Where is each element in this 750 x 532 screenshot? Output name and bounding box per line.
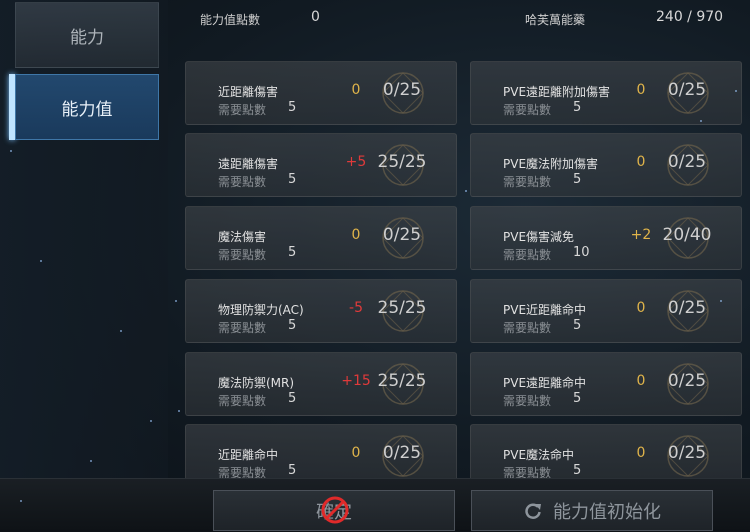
- stat-name: 近距離命中: [218, 448, 279, 462]
- tab-stats-label: 能力值: [61, 99, 113, 120]
- stat-name: PVE近距離命中: [503, 303, 587, 317]
- stat-delta: 0: [636, 82, 646, 98]
- stat-delta: 0: [351, 82, 361, 98]
- stat-delta: 0: [636, 373, 646, 389]
- reset-label: 能力值初始化: [553, 501, 661, 523]
- stat-level: 0/25: [667, 298, 707, 318]
- stat-card[interactable]: 近距離傷害需要點數 5 0 0/25: [185, 61, 457, 125]
- need-points-value: 10: [573, 245, 590, 260]
- stat-card[interactable]: 遠距離傷害需要點數 5 +5 25/25: [185, 133, 457, 197]
- need-points-label: 需要點數: [218, 248, 267, 262]
- need-points-label: 需要點數: [503, 394, 552, 408]
- sparkle: [10, 150, 12, 152]
- stat-level: 0/25: [667, 371, 707, 391]
- need-points-label: 需要點數: [503, 321, 552, 335]
- stat-card[interactable]: PVE遠距離命中 需要點數 5 0 0/25: [470, 352, 742, 416]
- stat-name: 遠距離傷害: [218, 157, 279, 171]
- stat-name: PVE魔法命中: [503, 448, 575, 462]
- need-points-value: 5: [573, 318, 582, 333]
- stat-level: 0/25: [667, 80, 707, 100]
- reset-button[interactable]: 能力值初始化: [471, 490, 713, 531]
- need-points-value: 5: [573, 463, 582, 478]
- stat-level: 0/25: [382, 225, 422, 245]
- stat-card[interactable]: 物理防禦力(AC) 需要點數 5 -5 25/25: [185, 279, 457, 343]
- sparkle: [40, 260, 42, 262]
- tab-stats[interactable]: 能力值: [15, 74, 159, 140]
- sparkle: [20, 500, 22, 502]
- stat-card[interactable]: PVE傷害減免 需要點數 10 +2 20/40: [470, 206, 742, 270]
- need-points-value: 5: [288, 318, 297, 333]
- stat-level: 25/25: [377, 298, 427, 318]
- stat-delta: +2: [630, 227, 652, 243]
- need-points-label: 需要點數: [503, 103, 552, 117]
- sparkle: [150, 420, 152, 422]
- stat-level: 25/25: [377, 152, 427, 172]
- stat-delta: 0: [351, 445, 361, 461]
- stat-level: 0/25: [667, 152, 707, 172]
- stat-card[interactable]: PVE遠距離附加傷害 需要點數 5 0 0/25: [470, 61, 742, 125]
- stat-name: 魔法防禦(MR): [218, 376, 295, 390]
- sparkle: [175, 300, 177, 302]
- need-points-label: 需要點數: [218, 175, 267, 189]
- harvest-label: 哈芙萬能藥: [525, 13, 586, 27]
- need-points-label: 需要點數: [503, 175, 552, 189]
- stat-name: PVE遠距離命中: [503, 376, 587, 390]
- refresh-icon: [525, 502, 541, 519]
- need-points-value: 5: [288, 100, 297, 115]
- harvest-value: 240 / 970: [656, 9, 724, 25]
- tab-ability-label: 能力: [70, 27, 104, 48]
- sparkle: [720, 300, 722, 302]
- stat-name: 近距離傷害: [218, 85, 279, 99]
- no-entry-icon: [321, 496, 349, 524]
- points-label: 能力值點數: [200, 13, 261, 27]
- stat-delta: 0: [636, 445, 646, 461]
- need-points-label: 需要點數: [503, 248, 552, 262]
- stat-level: 0/25: [382, 443, 422, 463]
- stat-card[interactable]: PVE魔法附加傷害 需要點數 5 0 0/25: [470, 133, 742, 197]
- need-points-label: 需要點數: [218, 321, 267, 335]
- need-points-label: 需要點數: [218, 103, 267, 117]
- sparkle: [120, 330, 122, 332]
- tab-ability[interactable]: 能力: [15, 2, 159, 68]
- need-points-value: 5: [573, 391, 582, 406]
- stat-name: PVE遠距離附加傷害: [503, 85, 611, 99]
- stat-level: 25/25: [377, 371, 427, 391]
- need-points-value: 5: [288, 172, 297, 187]
- stat-level: 0/25: [382, 80, 422, 100]
- stat-level: 20/40: [662, 225, 712, 245]
- sparkle: [700, 120, 702, 122]
- need-points-value: 5: [573, 172, 582, 187]
- stat-card[interactable]: 魔法傷害需要點數 5 0 0/25: [185, 206, 457, 270]
- points-value: 0: [311, 9, 320, 25]
- stat-delta: 0: [636, 300, 646, 316]
- stat-name: PVE魔法附加傷害: [503, 157, 599, 171]
- stat-delta: +5: [345, 154, 367, 170]
- stat-delta: -5: [349, 300, 363, 316]
- stat-delta: +15: [341, 373, 371, 389]
- sparkle: [465, 190, 467, 192]
- stat-card[interactable]: 魔法防禦(MR) 需要點數 5 +15 25/25: [185, 352, 457, 416]
- stat-name: PVE傷害減免: [503, 230, 575, 244]
- need-points-label: 需要點數: [218, 394, 267, 408]
- stat-card[interactable]: PVE近距離命中 需要點數 5 0 0/25: [470, 279, 742, 343]
- need-points-value: 5: [288, 463, 297, 478]
- stat-name: 物理防禦力(AC): [218, 303, 304, 317]
- need-points-value: 5: [288, 391, 297, 406]
- sparkle: [178, 410, 180, 412]
- sparkle: [735, 90, 737, 92]
- sparkle: [90, 460, 92, 462]
- stat-delta: 0: [351, 227, 361, 243]
- stat-name: 魔法傷害: [218, 230, 267, 244]
- need-points-value: 5: [288, 245, 297, 260]
- stat-level: 0/25: [667, 443, 707, 463]
- need-points-value: 5: [573, 100, 582, 115]
- stat-delta: 0: [636, 154, 646, 170]
